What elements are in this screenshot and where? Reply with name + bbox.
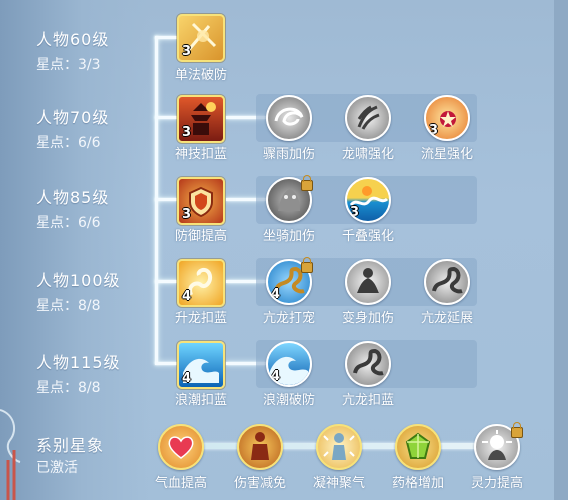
swirl-icon (274, 107, 304, 126)
skill-tide-mana-drain[interactable]: 4 (177, 341, 225, 389)
star-points: 星点：3/3 (36, 57, 101, 73)
skill-label: 神技扣蓝 (174, 147, 227, 162)
level-row-85: 人物85级 星点：6/6 (36, 188, 109, 232)
lock-icon (301, 257, 313, 273)
series-label: 气血提高 (154, 476, 207, 491)
heart-icon (168, 436, 194, 459)
series-damage-reduction[interactable] (237, 424, 283, 470)
lock-icon (511, 422, 523, 438)
skill-label: 骤雨加伤 (262, 147, 315, 162)
series-status: 已激活 (36, 460, 78, 476)
skill-label: 单法破防 (174, 68, 227, 83)
level-row-115: 人物115级 星点：8/8 (36, 353, 121, 397)
focus-figure-icon (323, 433, 355, 460)
skill-label: 浪潮扣蓝 (174, 393, 227, 408)
skill-rising-dragon-mana[interactable]: 4 (177, 259, 225, 307)
panel-edge (554, 0, 568, 500)
level-row-70: 人物70级 星点：6/6 (36, 108, 109, 152)
series-label: 灵力提高 (470, 476, 523, 491)
skill-thousand-fold-boost[interactable]: 3 (345, 177, 391, 223)
star-points: 星点：6/6 (36, 215, 101, 231)
skill-dragon-mana-drain[interactable] (345, 341, 391, 387)
series-label: 凝神聚气 (312, 476, 365, 491)
level-title: 人物70级 (36, 108, 110, 127)
gem-icon (405, 432, 431, 459)
armor-figure-icon (251, 432, 269, 460)
star-points: 星点：6/6 (36, 135, 101, 151)
claw-icon (357, 105, 380, 130)
level-title: 人物85级 (36, 188, 110, 207)
skill-meteor-boost[interactable]: 3 (424, 95, 470, 141)
level-row-100: 人物100级 星点：8/8 (36, 271, 121, 315)
dragon-gray-icon (432, 266, 463, 294)
skill-label: 坐骑加伤 (262, 229, 315, 244)
series-potion-slot[interactable] (395, 424, 441, 470)
series-label: 药格增加 (391, 476, 444, 491)
star-tree-panel: 人物60级 星点：3/3 人物70级 星点：6/6 人物85级 星点：6/6 人… (0, 0, 568, 500)
skill-label: 亢龙打宠 (262, 311, 315, 326)
skill-divine-mana-drain[interactable]: 3 (177, 95, 225, 143)
connector-branch-1 (155, 36, 177, 39)
lock-icon (301, 175, 313, 191)
connector-branch-5 (155, 362, 177, 365)
connector-branch-3 (155, 198, 177, 201)
connector-branch-4 (155, 280, 177, 283)
star-points: 星点：8/8 (36, 298, 101, 314)
star-points: 星点：8/8 (36, 380, 101, 396)
series-focus-gather[interactable] (316, 424, 362, 470)
skill-transform-damage[interactable] (345, 259, 391, 305)
skill-label: 流星强化 (420, 147, 473, 162)
level-title: 人物115级 (36, 353, 121, 372)
skill-label: 防御提高 (174, 229, 227, 244)
skill-dragon-extend[interactable] (424, 259, 470, 305)
skill-dragon-roar-boost[interactable] (345, 95, 391, 141)
meditate-icon (357, 268, 379, 293)
connector-branch-2 (155, 116, 177, 119)
skill-label: 亢龙延展 (420, 311, 473, 326)
series-label: 伤害减免 (233, 476, 286, 491)
skill-label: 升龙扣蓝 (174, 311, 227, 326)
skill-rain-damage[interactable] (266, 95, 312, 141)
skill-label: 浪潮破防 (262, 393, 315, 408)
series-title: 系别星象 (36, 436, 105, 455)
series-hp-up[interactable] (158, 424, 204, 470)
level-title: 人物60级 (36, 30, 110, 49)
decoration-pattern (0, 409, 21, 500)
skill-single-spell-break[interactable]: 3 (177, 14, 225, 62)
skill-label: 千叠强化 (341, 229, 394, 244)
level-title: 人物100级 (36, 271, 121, 290)
skill-label: 龙啸强化 (341, 147, 394, 162)
dragon-gray-icon (353, 348, 384, 376)
skill-tide-break[interactable]: 4 (266, 341, 312, 387)
series-section: 系别星象 已激活 (36, 436, 104, 477)
skill-label: 变身加伤 (341, 311, 394, 326)
skill-defense-up[interactable]: 3 (177, 177, 225, 225)
skill-label: 亢龙扣蓝 (341, 393, 394, 408)
level-row-60: 人物60级 星点：3/3 (36, 30, 109, 74)
